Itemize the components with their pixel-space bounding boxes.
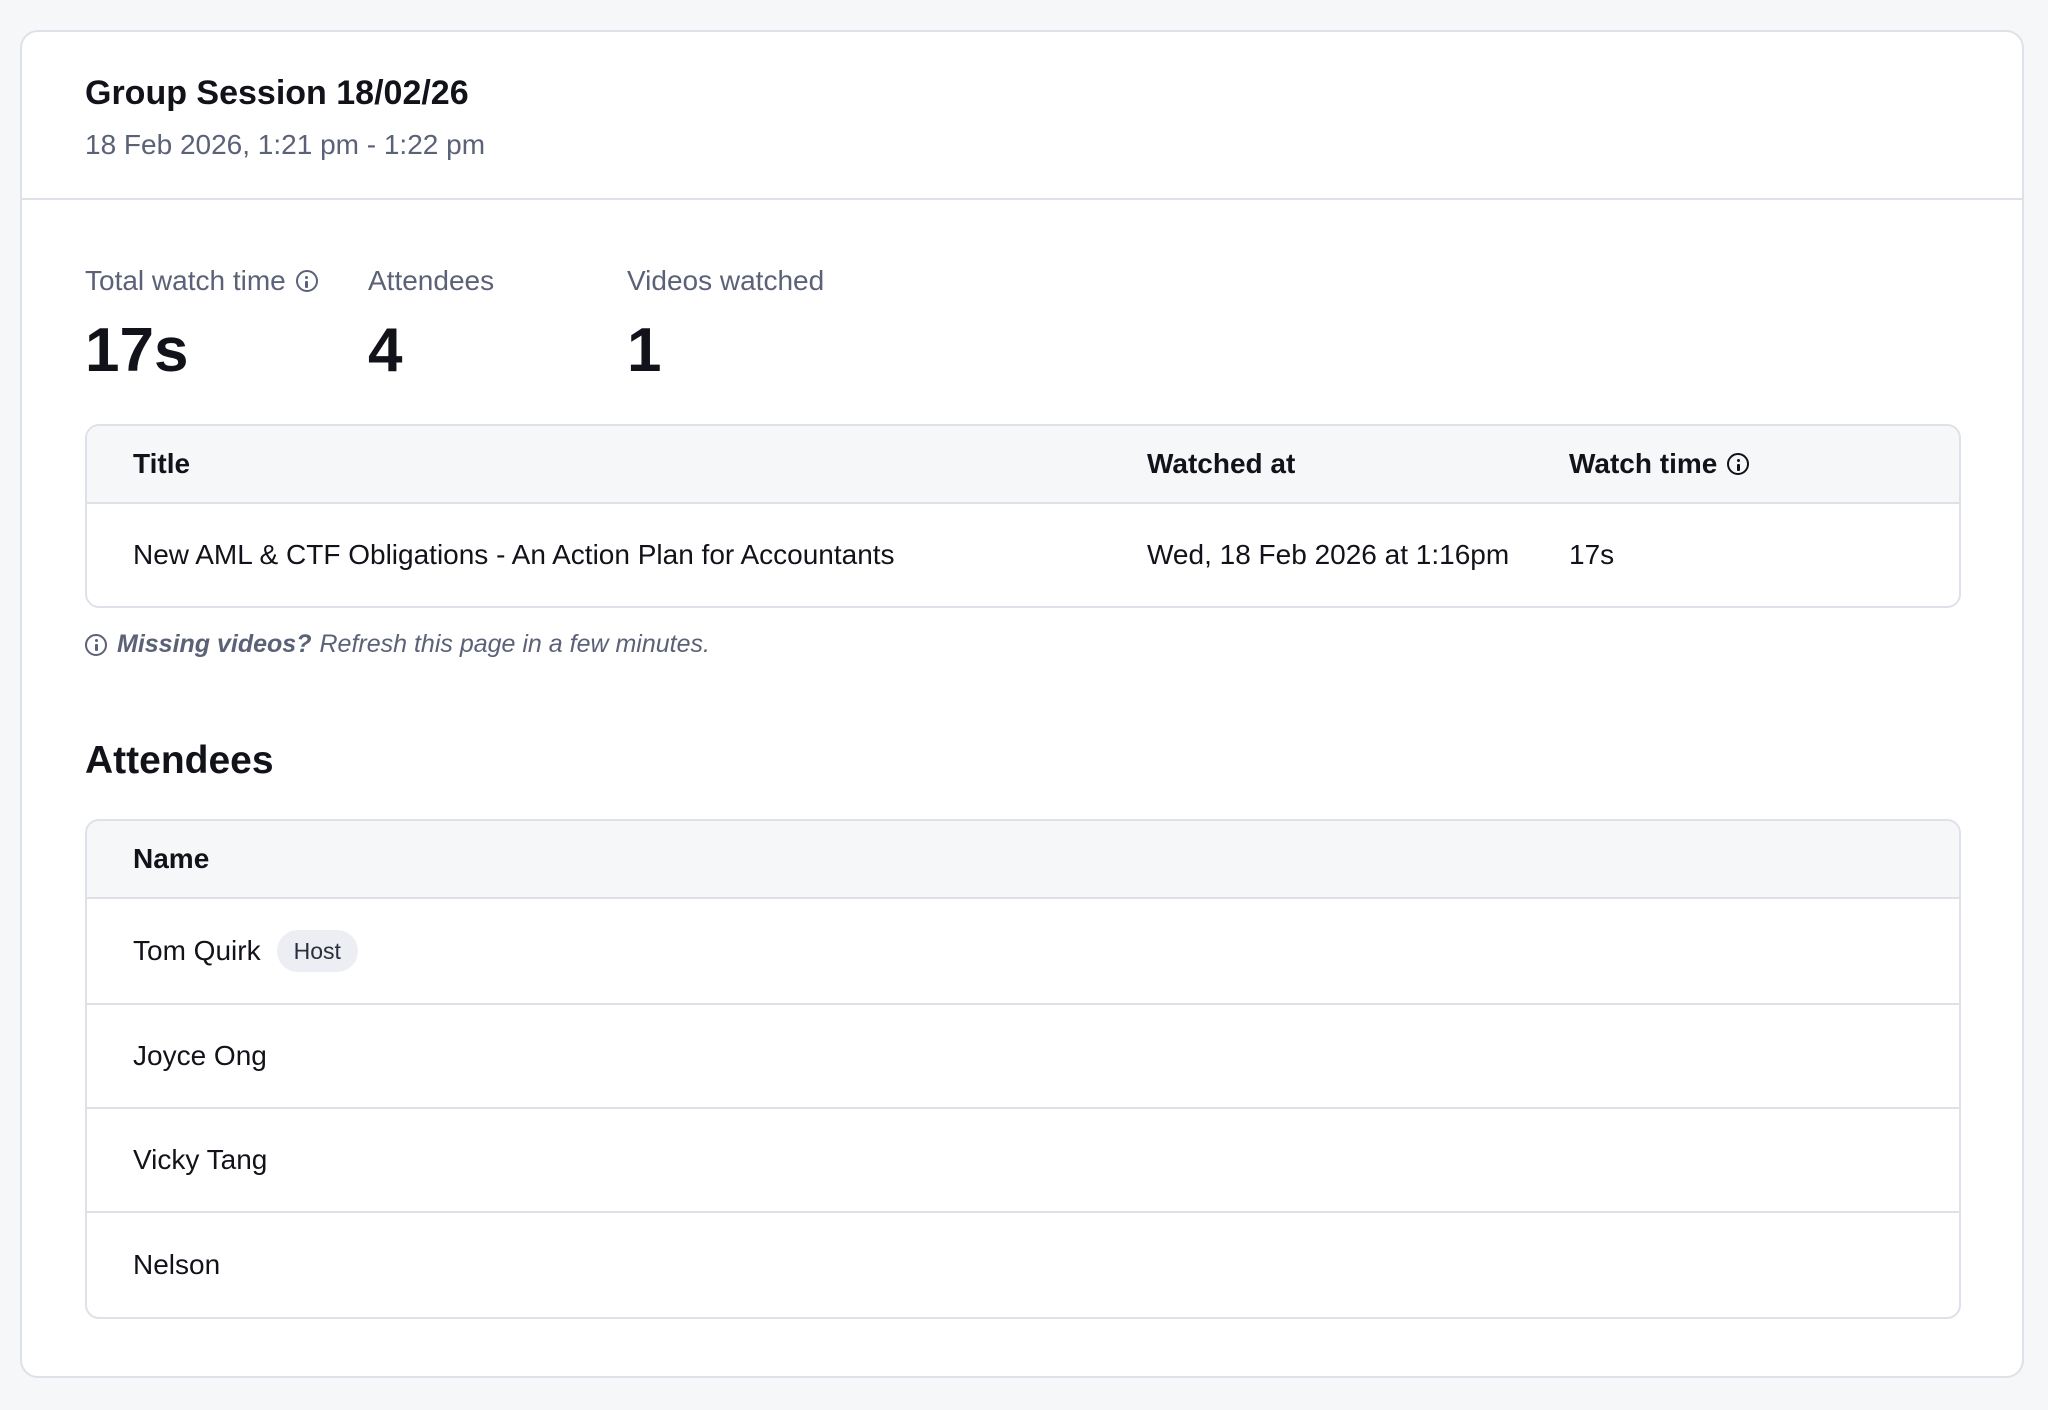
column-header-watch-time: Watch time	[1523, 448, 1959, 480]
stat-label-attendees: Attendees	[368, 265, 495, 296]
attendee-name: Tom Quirk	[133, 935, 261, 966]
attendees-table-header: Name	[87, 821, 1959, 899]
info-icon	[85, 633, 107, 656]
session-date-range: 18 Feb 2026, 1:21 pm - 1:22 pm	[85, 129, 486, 160]
column-header-title: Title	[133, 448, 191, 479]
stat-videos-watched: Videos watched 1	[627, 264, 824, 414]
info-icon[interactable]	[295, 270, 318, 292]
table-row[interactable]: New AML & CTF Obligations - An Action Pl…	[87, 504, 1959, 606]
column-header-watched-at: Watched at	[1147, 448, 1296, 479]
column-header-name: Name	[133, 843, 210, 874]
missing-videos-text: Refresh this page in a few minutes.	[319, 630, 710, 658]
videos-table-header: Title Watched at Watch time	[87, 426, 1959, 504]
stat-value-attendees: 4	[368, 316, 403, 385]
column-header-watch-time-label: Watch time	[1569, 448, 1718, 479]
table-row[interactable]: Joyce Ong	[87, 1005, 1959, 1109]
attendee-name: Nelson	[133, 1249, 221, 1280]
table-row[interactable]: Nelson	[87, 1213, 1959, 1317]
table-row[interactable]: Tom Quirk Host	[87, 899, 1959, 1005]
missing-videos-label: Missing videos?	[117, 630, 312, 658]
info-icon[interactable]	[1727, 453, 1750, 475]
attendee-name: Joyce Ong	[133, 1040, 267, 1071]
host-badge: Host	[276, 930, 358, 972]
stat-label-videos-watched: Videos watched	[627, 265, 825, 296]
session-body: Total watch time 17s Attendees 4 Videos …	[22, 264, 2022, 1319]
attendee-name: Vicky Tang	[133, 1144, 268, 1175]
videos-table: Title Watched at Watch time New AML & CT…	[85, 424, 1961, 608]
session-card: Group Session 18/02/26 18 Feb 2026, 1:21…	[20, 30, 2024, 1378]
session-header: Group Session 18/02/26 18 Feb 2026, 1:21…	[22, 32, 2022, 200]
attendees-table: Name Tom Quirk Host Joyce Ong Vicky Tang…	[85, 819, 1961, 1319]
video-watched-at: Wed, 18 Feb 2026 at 1:16pm	[1147, 539, 1510, 570]
stat-label-total-watch-time: Total watch time	[85, 265, 286, 296]
table-row[interactable]: Vicky Tang	[87, 1109, 1959, 1213]
stat-attendees: Attendees 4	[368, 264, 627, 414]
video-watch-time: 17s	[1569, 539, 1615, 570]
stat-value-videos-watched: 1	[627, 316, 662, 385]
attendees-section-title: Attendees	[85, 739, 274, 782]
stat-total-watch-time: Total watch time 17s	[85, 264, 368, 414]
stat-value-total-watch-time: 17s	[85, 316, 189, 385]
video-title: New AML & CTF Obligations - An Action Pl…	[133, 539, 895, 570]
stats-row: Total watch time 17s Attendees 4 Videos …	[85, 264, 1959, 414]
session-title: Group Session 18/02/26	[85, 74, 469, 112]
missing-videos-note: Missing videos? Refresh this page in a f…	[85, 630, 1959, 659]
